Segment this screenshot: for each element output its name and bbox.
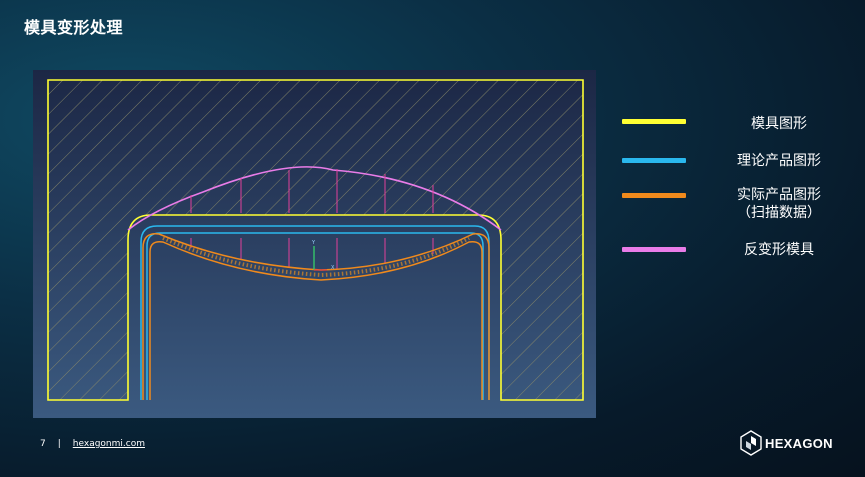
page-number: 7 bbox=[40, 439, 46, 449]
legend-label-reverse-mold: 反变形模具 bbox=[744, 242, 814, 258]
legend-label-mold: 模具图形 bbox=[751, 116, 807, 132]
hexagon-logo-icon bbox=[740, 430, 762, 456]
website-link[interactable]: hexagonmi.com bbox=[73, 439, 145, 449]
footer-separator: | bbox=[57, 439, 61, 449]
slide-title: 模具变形处理 bbox=[24, 18, 124, 37]
axis-x-label: X bbox=[331, 265, 335, 271]
legend-swatch-actual bbox=[622, 193, 686, 198]
mold-deformation-figure: Y X bbox=[33, 70, 596, 418]
legend-swatch-reverse-mold bbox=[622, 247, 686, 252]
legend-label-actual: 实际产品图形 （扫描数据） bbox=[737, 187, 821, 221]
legend-swatch-mold bbox=[622, 119, 686, 124]
brand-name: HEXAGON bbox=[765, 436, 833, 451]
footer: 7 | hexagonmi.com bbox=[40, 439, 145, 449]
legend-swatch-theoretical bbox=[622, 158, 686, 163]
legend-label-theoretical: 理论产品图形 bbox=[737, 153, 821, 169]
